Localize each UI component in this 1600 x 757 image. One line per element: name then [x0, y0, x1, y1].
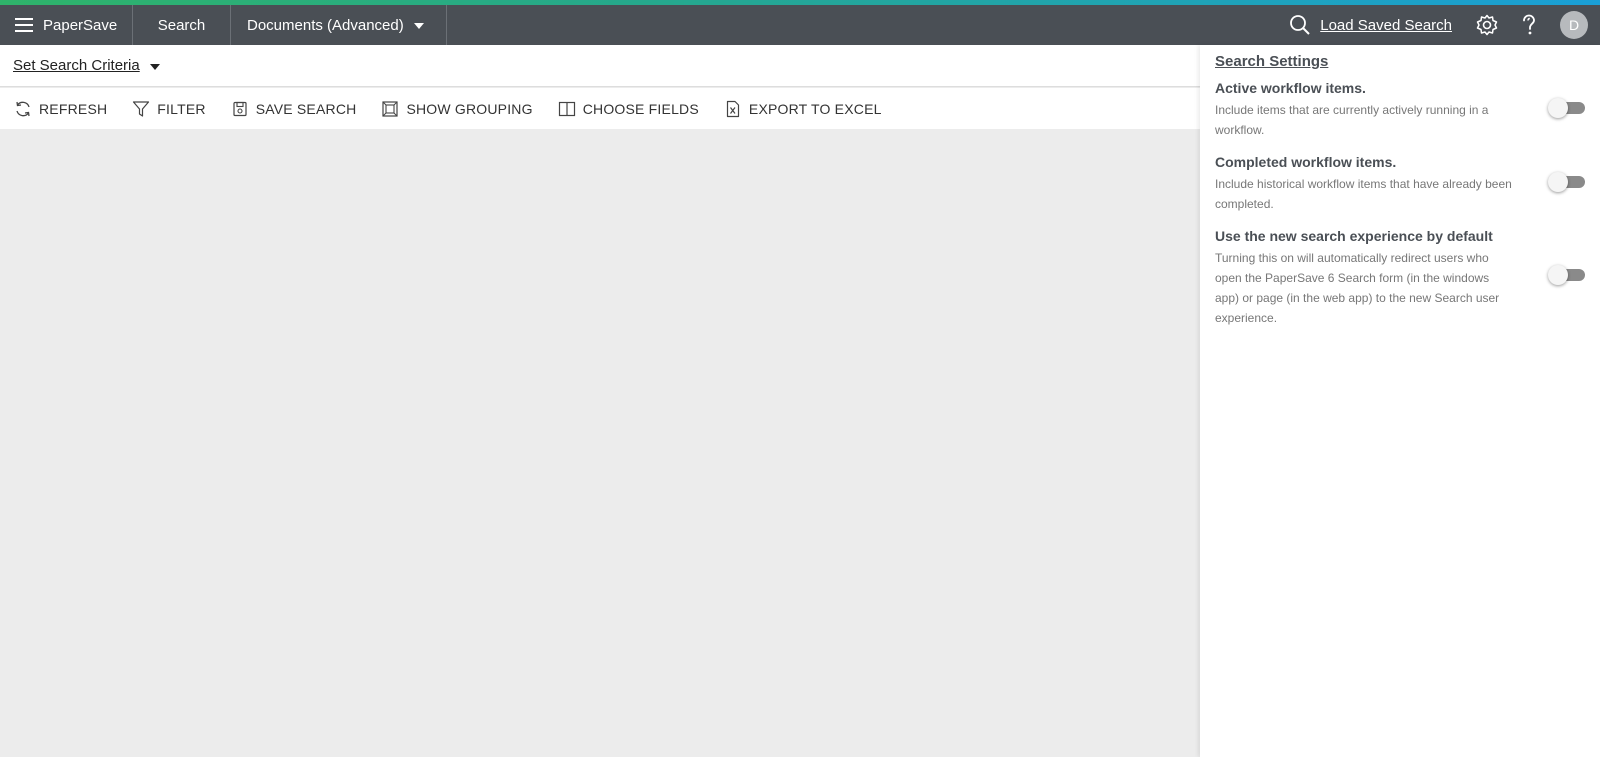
save-search-label: SAVE SEARCH	[255, 100, 357, 117]
tab-search[interactable]: Search	[133, 5, 231, 45]
setting-new-search-experience: Use the new search experience by default…	[1215, 228, 1585, 328]
filter-button[interactable]: FILTER	[132, 100, 205, 118]
show-grouping-button[interactable]: SHOW GROUPING	[381, 100, 533, 118]
tab-search-label: Search	[157, 16, 206, 34]
setting-description: Include historical workflow items that h…	[1215, 177, 1512, 211]
avatar[interactable]: D	[1560, 11, 1588, 39]
setting-name: Completed workflow items.	[1215, 154, 1397, 170]
search-settings-title: Search Settings	[1215, 53, 1329, 70]
save-search-button[interactable]: SAVE SEARCH	[231, 100, 357, 118]
refresh-button[interactable]: REFRESH	[14, 100, 107, 118]
setting-description: Include items that are currently activel…	[1215, 103, 1489, 137]
filter-label: FILTER	[157, 100, 206, 117]
document-type-dropdown[interactable]: Documents (Advanced)	[231, 5, 447, 45]
setting-active-workflow-items: Active workflow items. Include items tha…	[1215, 80, 1585, 140]
active-workflow-toggle[interactable]	[1548, 98, 1585, 118]
search-settings-panel: Search Settings Active workflow items. I…	[1200, 45, 1600, 757]
brand-name: PaperSave	[43, 16, 118, 34]
filter-icon	[133, 100, 150, 117]
chevron-down-icon	[413, 23, 424, 29]
document-type-label: Documents (Advanced)	[247, 16, 404, 34]
completed-workflow-toggle[interactable]	[1548, 172, 1585, 192]
export-to-excel-label: EXPORT TO EXCEL	[748, 100, 882, 117]
choose-fields-label: CHOOSE FIELDS	[582, 100, 699, 117]
refresh-label: REFRESH	[39, 100, 108, 117]
new-search-experience-toggle[interactable]	[1548, 265, 1585, 285]
toggle-knob	[1548, 265, 1568, 285]
save-icon	[233, 101, 247, 116]
hamburger-menu-icon[interactable]	[15, 17, 33, 33]
set-search-criteria-link[interactable]: Set Search Criteria	[13, 57, 140, 74]
setting-name: Active workflow items.	[1215, 80, 1366, 96]
avatar-initial: D	[1568, 17, 1580, 33]
export-to-excel-button[interactable]: EXPORT TO EXCEL	[724, 100, 882, 118]
refresh-icon	[16, 101, 30, 116]
settings-button[interactable]	[1476, 14, 1498, 36]
chevron-down-icon[interactable]	[149, 63, 160, 70]
load-saved-search-label: Load Saved Search	[1320, 16, 1452, 34]
results-area	[0, 129, 1200, 757]
show-grouping-label: SHOW GROUPING	[406, 100, 533, 117]
columns-icon	[558, 101, 575, 116]
gear-icon	[1476, 14, 1498, 36]
help-button[interactable]	[1518, 14, 1540, 36]
brand-menu[interactable]: PaperSave	[0, 5, 133, 45]
choose-fields-button[interactable]: CHOOSE FIELDS	[558, 100, 699, 118]
topbar-actions: Load Saved Search D	[1289, 5, 1600, 45]
excel-icon	[726, 100, 740, 117]
setting-name: Use the new search experience by default	[1215, 228, 1493, 244]
help-icon	[1523, 14, 1535, 35]
setting-description: Turning this on will automatically redir…	[1215, 251, 1500, 325]
top-navigation-bar: PaperSave Search Documents (Advanced) Lo…	[0, 5, 1600, 45]
load-saved-search-link[interactable]: Load Saved Search	[1289, 14, 1452, 36]
toggle-knob	[1548, 98, 1568, 118]
grouping-icon	[382, 100, 399, 117]
toggle-knob	[1548, 172, 1568, 192]
search-icon	[1290, 15, 1310, 35]
setting-completed-workflow-items: Completed workflow items. Include histor…	[1215, 154, 1585, 214]
